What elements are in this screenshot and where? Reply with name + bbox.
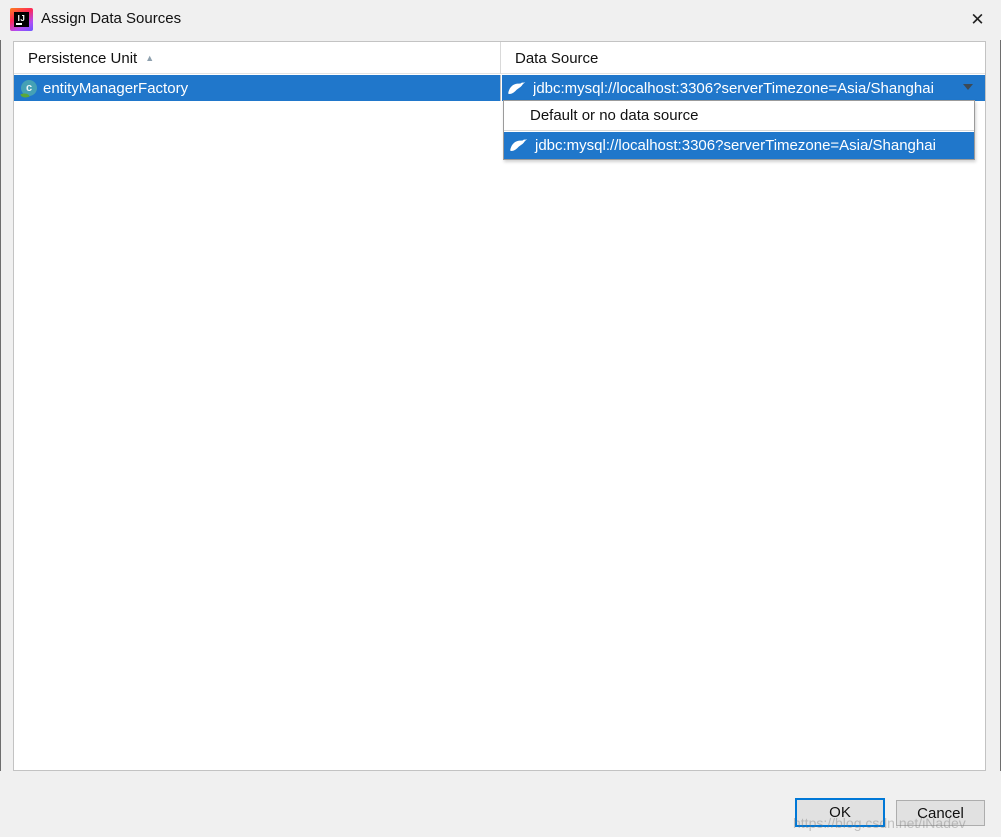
dropdown-item-label: Default or no data source [530,107,699,124]
data-source-cell-combobox[interactable]: jdbc:mysql://localhost:3306?serverTimezo… [502,75,985,101]
title-bar: IJ Assign Data Sources ✕ [0,0,1001,40]
column-header-persistence-unit[interactable]: Persistence Unit ▲ [14,42,501,74]
assign-data-sources-dialog: { "window": { "title": "Assign Data Sour… [0,0,1001,837]
close-icon: ✕ [970,10,985,29]
sort-ascending-icon: ▲ [145,53,155,63]
dialog-footer: OK Cancel https://blog.csdn.net/iNadev [0,771,1001,837]
cancel-button-label: Cancel [917,804,964,822]
close-button[interactable]: ✕ [954,0,1001,40]
cancel-button[interactable]: Cancel [896,800,985,826]
bean-icon-letter: c [25,82,33,94]
dropdown-item-jdbc-selected[interactable]: jdbc:mysql://localhost:3306?serverTimezo… [504,132,974,159]
mysql-dolphin-icon [510,139,528,151]
ok-button[interactable]: OK [795,798,885,827]
data-source-value: jdbc:mysql://localhost:3306?serverTimezo… [533,79,934,97]
dropdown-item-label: jdbc:mysql://localhost:3306?serverTimezo… [535,137,936,154]
persistence-unit-name: entityManagerFactory [43,79,189,97]
column-header-data-source[interactable]: Data Source [501,42,985,74]
mysql-dolphin-icon [508,81,526,94]
dropdown-arrow-icon[interactable] [963,84,973,90]
intellij-idea-logo-icon: IJ [10,8,33,31]
intellij-idea-logo-letters: IJ [14,12,29,27]
spring-configuration-bean-icon: c [20,80,37,100]
table-row: c entityManagerFactory jdbc:mysql://loca… [14,75,985,101]
persistence-unit-cell[interactable]: c entityManagerFactory [14,75,501,101]
window-title: Assign Data Sources [41,10,182,27]
table-header-row: Persistence Unit ▲ Data Source [14,42,985,74]
column-header-label: Persistence Unit [28,49,138,67]
column-header-label: Data Source [515,49,599,67]
ok-button-label: OK [829,804,851,821]
data-source-dropdown-popup: Default or no data source jdbc:mysql://l… [503,100,975,160]
dropdown-item-default[interactable]: Default or no data source [504,101,974,131]
